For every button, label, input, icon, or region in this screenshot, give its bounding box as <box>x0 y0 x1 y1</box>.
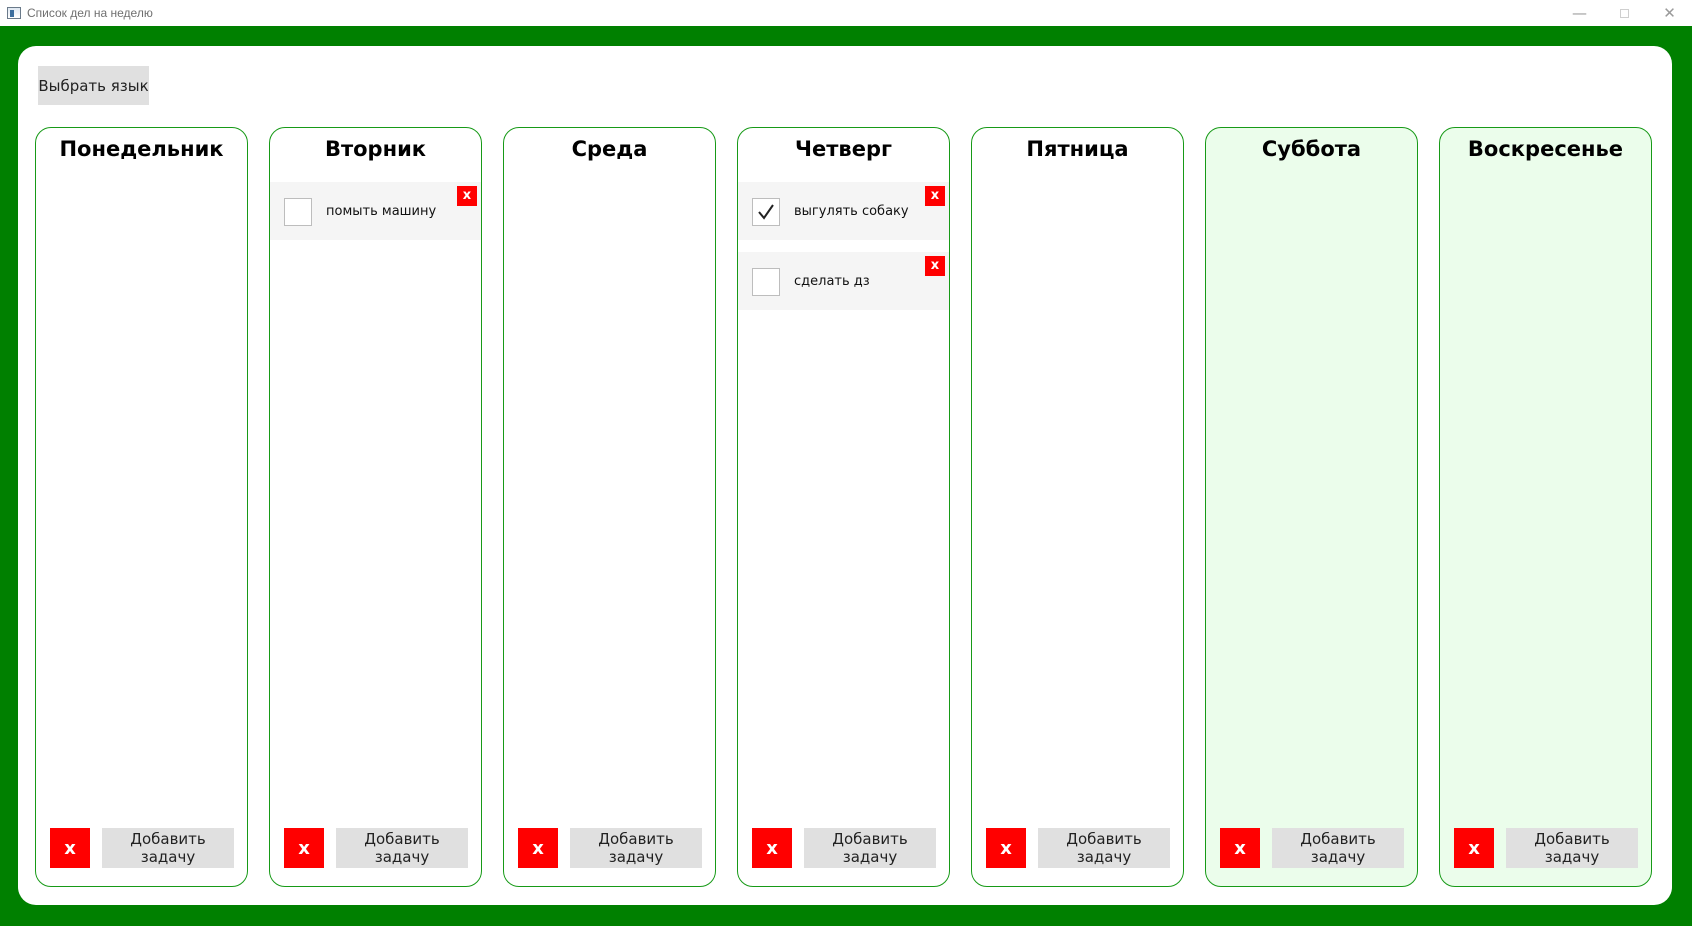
day-column-friday: Пятница x Добавить задачу <box>971 127 1184 887</box>
day-footer: x Добавить задачу <box>986 828 1170 868</box>
day-column-tuesday: Вторник помыть машину x x Добавить задач… <box>269 127 482 887</box>
clear-day-button[interactable]: x <box>518 828 558 868</box>
day-footer: x Добавить задачу <box>50 828 234 868</box>
day-footer: x Добавить задачу <box>752 828 936 868</box>
title-bar: Список дел на неделю — ✕ <box>0 0 1692 26</box>
add-task-button[interactable]: Добавить задачу <box>1038 828 1170 868</box>
task-text: помыть машину <box>326 204 437 219</box>
task-list: выгулять собаку x сделать дз x <box>738 182 949 322</box>
day-title: Пятница <box>1026 137 1129 161</box>
day-title: Вторник <box>324 137 427 161</box>
app-icon <box>7 7 21 19</box>
clear-day-button[interactable]: x <box>986 828 1026 868</box>
day-column-thursday: Четверг выгулять собаку x сделать дз x x… <box>737 127 950 887</box>
task-text: сделать дз <box>794 274 870 289</box>
task-checkbox[interactable] <box>752 268 780 296</box>
checkmark-icon <box>758 204 774 220</box>
task-item: сделать дз x <box>738 252 949 310</box>
day-footer: x Добавить задачу <box>1454 828 1638 868</box>
window-controls: — ✕ <box>1557 0 1692 26</box>
add-task-button[interactable]: Добавить задачу <box>570 828 702 868</box>
day-title: Четверг <box>795 137 892 161</box>
minimize-button[interactable]: — <box>1557 0 1602 26</box>
task-text: выгулять собаку <box>794 204 909 219</box>
day-column-wednesday: Среда x Добавить задачу <box>503 127 716 887</box>
maximize-button[interactable] <box>1602 0 1647 26</box>
clear-day-button[interactable]: x <box>1220 828 1260 868</box>
delete-task-button[interactable]: x <box>457 186 477 206</box>
day-column-sunday: Воскресенье x Добавить задачу <box>1439 127 1652 887</box>
task-checkbox[interactable] <box>284 198 312 226</box>
day-title: Суббота <box>1261 137 1362 161</box>
close-button[interactable]: ✕ <box>1647 0 1692 26</box>
day-column-saturday: Суббота x Добавить задачу <box>1205 127 1418 887</box>
delete-task-button[interactable]: x <box>925 186 945 206</box>
day-footer: x Добавить задачу <box>1220 828 1404 868</box>
task-list: помыть машину x <box>270 182 481 252</box>
day-title: Понедельник <box>59 137 224 161</box>
add-task-button[interactable]: Добавить задачу <box>804 828 936 868</box>
clear-day-button[interactable]: x <box>1454 828 1494 868</box>
window-frame: Выбрать язык Понедельник x Добавить зада… <box>0 26 1692 926</box>
day-footer: x Добавить задачу <box>284 828 468 868</box>
delete-task-button[interactable]: x <box>925 256 945 276</box>
main-panel: Выбрать язык Понедельник x Добавить зада… <box>18 46 1672 905</box>
maximize-icon <box>1620 8 1629 18</box>
add-task-button[interactable]: Добавить задачу <box>102 828 234 868</box>
task-item: выгулять собаку x <box>738 182 949 240</box>
add-task-button[interactable]: Добавить задачу <box>1506 828 1638 868</box>
add-task-button[interactable]: Добавить задачу <box>1272 828 1404 868</box>
day-column-monday: Понедельник x Добавить задачу <box>35 127 248 887</box>
clear-day-button[interactable]: x <box>752 828 792 868</box>
add-task-button[interactable]: Добавить задачу <box>336 828 468 868</box>
window-title: Список дел на неделю <box>27 6 153 20</box>
task-item: помыть машину x <box>270 182 481 240</box>
select-language-button[interactable]: Выбрать язык <box>38 66 149 105</box>
task-checkbox[interactable] <box>752 198 780 226</box>
day-title: Среда <box>571 137 648 161</box>
clear-day-button[interactable]: x <box>50 828 90 868</box>
day-footer: x Добавить задачу <box>518 828 702 868</box>
clear-day-button[interactable]: x <box>284 828 324 868</box>
day-title: Воскресенье <box>1467 137 1624 161</box>
